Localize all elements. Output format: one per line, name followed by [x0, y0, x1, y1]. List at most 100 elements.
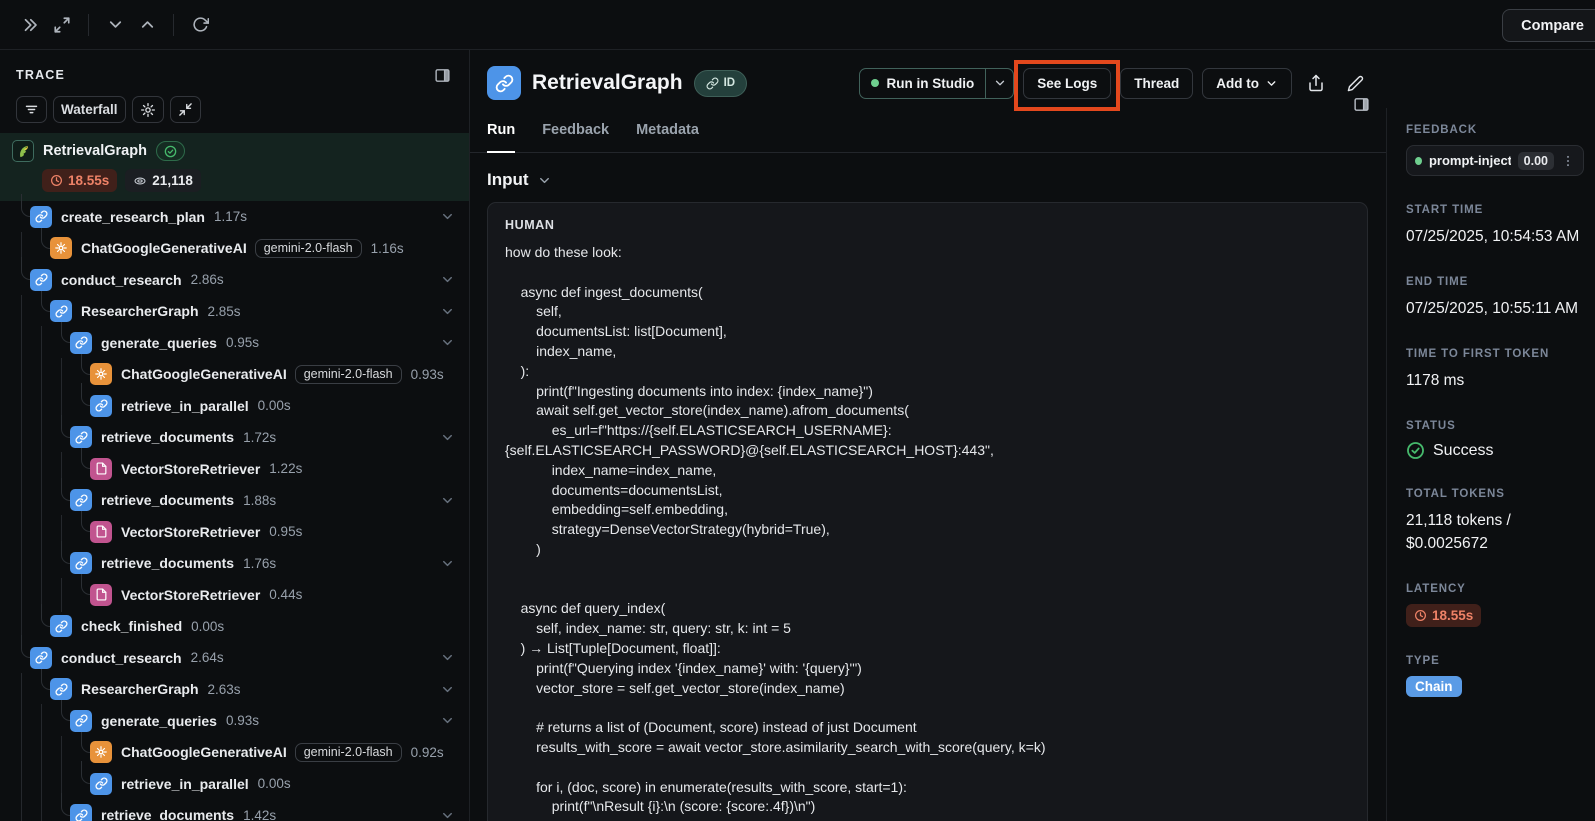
tree-guide-line: [41, 704, 42, 738]
trace-tree-row[interactable]: retrieve_documents 1.76s: [0, 540, 469, 580]
share-export-button[interactable]: [1301, 68, 1331, 98]
tab-run[interactable]: Run: [487, 122, 516, 153]
run-title: RetrievalGraph: [532, 71, 683, 94]
trace-tree-row[interactable]: conduct_research 2.64s: [0, 635, 469, 674]
refresh-icon[interactable]: [184, 9, 216, 41]
expand-fullscreen-icon[interactable]: [46, 9, 78, 41]
collapse-chevron-icon[interactable]: [440, 493, 455, 508]
run-tabs: Run Feedback Metadata: [470, 98, 1386, 153]
feedback-section-label: FEEDBACK: [1406, 124, 1478, 136]
trace-tree-row[interactable]: retrieve_documents 1.42s: [0, 792, 469, 821]
message-content: how do these look: async def ingest_docu…: [505, 244, 1046, 815]
tree-guide-line: [61, 578, 62, 612]
collapse-chevron-icon[interactable]: [440, 304, 455, 319]
chain-icon: [30, 646, 52, 669]
trace-tree-row[interactable]: generate_queries 0.95s: [0, 320, 469, 360]
span-name: ChatGoogleGenerativeAI: [121, 366, 287, 383]
next-run-icon[interactable]: [99, 9, 131, 41]
trace-tree-row[interactable]: generate_queries 0.93s: [0, 698, 469, 738]
tree-guide-line: [41, 357, 42, 391]
meta-section: LATENCY 18.55s: [1406, 583, 1581, 627]
tree-guide-line: [41, 735, 42, 769]
trace-tree-row[interactable]: create_research_plan 1.17s: [0, 194, 469, 233]
toolbar-divider: [88, 13, 89, 36]
feedback-score-badge: 0.00: [1517, 151, 1554, 170]
copy-id-button[interactable]: ID: [693, 69, 748, 97]
meta-section: END TIME 07/25/2025, 10:55:11 AM: [1406, 276, 1581, 320]
see-logs-button[interactable]: See Logs: [1023, 67, 1112, 99]
trace-root-row[interactable]: RetrievalGraph 18.55s 21,118: [0, 133, 469, 201]
collapse-all-button[interactable]: [169, 96, 201, 123]
waterfall-view-button[interactable]: Waterfall: [53, 96, 126, 123]
tree-guide-line: [21, 735, 22, 769]
span-duration: 2.85s: [207, 303, 241, 319]
thread-button[interactable]: Thread: [1120, 67, 1194, 99]
collapse-chevron-icon[interactable]: [440, 556, 455, 571]
tree-guide-line: [41, 326, 42, 360]
collapse-chevron-icon[interactable]: [440, 713, 455, 728]
collapse-panel-icon[interactable]: [14, 9, 46, 41]
span-name: ChatGoogleGenerativeAI: [81, 240, 247, 257]
trace-tree-row[interactable]: ChatGoogleGenerativeAI gemini-2.0-flash 1.…: [0, 225, 469, 265]
panel-columns-icon[interactable]: [1353, 96, 1370, 118]
run-in-studio-button[interactable]: Run in Studio: [859, 67, 1015, 99]
clock-icon: [1415, 610, 1426, 621]
tree-guide-line: [41, 515, 42, 549]
collapse-chevron-icon[interactable]: [440, 650, 455, 665]
chain-icon: [30, 268, 52, 291]
trace-settings-button[interactable]: [131, 96, 164, 123]
collapse-chevron-icon[interactable]: [440, 272, 455, 287]
span-duration: 0.95s: [269, 524, 303, 540]
tab-feedback[interactable]: Feedback: [542, 122, 609, 152]
trace-tree-row[interactable]: retrieve_documents 1.88s: [0, 477, 469, 517]
trace-tree-row[interactable]: ChatGoogleGenerativeAI gemini-2.0-flash 0.…: [0, 729, 469, 769]
span-duration: 0.44s: [269, 587, 303, 603]
pencil-icon: [1347, 75, 1363, 91]
vector-store-icon: [90, 520, 112, 543]
filter-button[interactable]: [16, 96, 47, 123]
trace-tree-row[interactable]: retrieve_documents 1.72s: [0, 414, 469, 454]
tree-guide-line: [41, 483, 42, 517]
span-duration: 2.64s: [190, 650, 224, 666]
chain-icon: [70, 552, 92, 575]
tree-guide-line: [21, 357, 22, 391]
tree-guide-line: [21, 420, 22, 454]
trace-tree-row[interactable]: conduct_research 2.86s: [0, 257, 469, 296]
run-meta-sidebar: FEEDBACK prompt-inject... 0.00 START TIM…: [1386, 108, 1595, 821]
span-duration: 2.86s: [190, 272, 224, 288]
tree-guide-line: [21, 672, 22, 706]
annotate-button[interactable]: [1340, 68, 1370, 98]
vector-store-icon: [90, 457, 112, 480]
feedback-chip[interactable]: prompt-inject... 0.00: [1406, 145, 1584, 176]
trace-panel-title: TRACE: [16, 68, 66, 82]
meta-label: TOTAL TOKENS: [1406, 488, 1505, 500]
meta-sections: START TIME 07/25/2025, 10:54:53 AM END TIM…: [1406, 204, 1581, 697]
tree-guide-line: [41, 420, 42, 454]
chain-icon: [70, 709, 92, 732]
span-name: VectorStoreRetriever: [121, 460, 261, 477]
chain-icon: [50, 678, 72, 701]
check-circle-icon: [164, 145, 177, 157]
tree-guide-line: [21, 578, 22, 612]
span-duration: 0.95s: [225, 335, 259, 351]
trace-tree-row[interactable]: VectorStoreRetriever 0.44s: [0, 572, 469, 612]
collapse-chevron-icon[interactable]: [440, 682, 455, 697]
add-to-button[interactable]: Add to: [1202, 67, 1292, 99]
tree-guide-line: [21, 326, 22, 360]
message-role-label: HUMAN: [505, 218, 555, 232]
collapse-chevron-icon[interactable]: [440, 209, 455, 224]
collapse-chevron-icon[interactable]: [440, 430, 455, 445]
trace-tree-row[interactable]: check_finished 0.00s: [0, 603, 469, 643]
collapse-chevron-icon[interactable]: [440, 808, 455, 821]
kebab-menu-icon[interactable]: [1561, 154, 1575, 168]
input-collapse-icon[interactable]: [537, 173, 552, 188]
status-value: Success: [1406, 441, 1581, 460]
tab-metadata[interactable]: Metadata: [636, 122, 699, 152]
previous-run-icon[interactable]: [131, 9, 163, 41]
collapse-chevron-icon[interactable]: [440, 335, 455, 350]
panel-columns-icon[interactable]: [431, 64, 453, 86]
studio-dropdown-caret[interactable]: [985, 68, 1013, 98]
compare-button[interactable]: Compare: [1502, 9, 1595, 42]
top-toolbar: Compare: [0, 0, 1595, 50]
trace-tree-row[interactable]: ChatGoogleGenerativeAI gemini-2.0-flash 0.…: [0, 351, 469, 391]
